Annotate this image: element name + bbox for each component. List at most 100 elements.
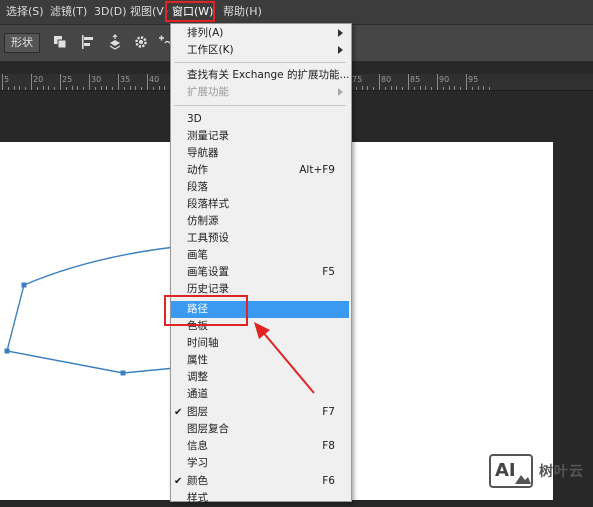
menu-bar: 选择(S) 滤镜(T) 3D(D) 视图(V) 窗口(W) 帮助(H) <box>0 0 593 25</box>
ruler-minor-tick <box>472 87 473 90</box>
menu-view[interactable]: 视图(V) <box>130 5 168 19</box>
ruler-minor-tick <box>77 86 78 90</box>
menu-item-label: 工作区(K) <box>187 44 234 56</box>
ruler-minor-tick <box>135 86 136 90</box>
menu-item-label: 画笔 <box>187 249 208 261</box>
ruler-minor-tick <box>443 87 444 90</box>
anchor-point[interactable] <box>120 370 126 376</box>
menu-item-label: 通道 <box>187 388 208 400</box>
menu-item-label: 图层 <box>187 406 208 418</box>
ruler-minor-tick <box>391 86 392 90</box>
menu-item-label: 时间轴 <box>187 337 219 349</box>
menu-item-styles[interactable]: 样式 <box>171 490 349 507</box>
ruler-label: 30 <box>91 75 102 84</box>
menu-item-find-extensions[interactable]: 查找有关 Exchange 的扩展功能... <box>171 67 350 84</box>
ruler-minor-tick <box>373 87 374 90</box>
ruler-major-tick <box>118 74 119 90</box>
ruler-label: 95 <box>468 75 479 84</box>
path-alignment-icon[interactable] <box>80 34 96 50</box>
ruler-minor-tick <box>124 87 125 90</box>
window-menu-dropdown: 排列(A) 工作区(K) 查找有关 Exchange 的扩展功能... 扩展功能… <box>170 23 352 504</box>
ruler-minor-tick <box>25 87 26 90</box>
ruler-minor-tick <box>414 87 415 90</box>
menu-item-properties[interactable]: 属性 <box>171 352 349 369</box>
ruler-minor-tick <box>83 87 84 90</box>
menu-item-tool-presets[interactable]: 工具预设 <box>171 230 349 247</box>
menu-item-label: 扩展功能 <box>187 86 229 98</box>
ruler-minor-tick <box>37 87 38 90</box>
ruler-major-tick <box>437 74 438 90</box>
submenu-arrow-icon <box>338 88 343 96</box>
ruler-label: 90 <box>439 75 450 84</box>
menu-item-learn[interactable]: 学习 <box>171 455 349 472</box>
menu-item-channels[interactable]: 通道 <box>171 386 349 403</box>
ruler-minor-tick <box>19 86 20 90</box>
menu-separator <box>174 105 346 106</box>
ruler-minor-tick <box>153 87 154 90</box>
path-operations-icon[interactable] <box>52 34 68 50</box>
ruler-minor-tick <box>478 86 479 90</box>
menu-item-actions[interactable]: 动作 Alt+F9 <box>171 162 349 179</box>
checkmark-icon: ✔ <box>174 407 183 418</box>
ruler-minor-tick <box>101 86 102 90</box>
menu-filter[interactable]: 滤镜(T) <box>50 5 87 19</box>
ruler-major-tick <box>31 74 32 90</box>
menu-item-label: 仿制源 <box>187 215 219 227</box>
ruler-minor-tick <box>431 87 432 90</box>
menu-item-navigator[interactable]: 导航器 <box>171 145 349 162</box>
menu-item-color[interactable]: ✔ 颜色 F6 <box>171 473 349 490</box>
menu-select[interactable]: 选择(S) <box>6 5 44 19</box>
watermark: AI 树叶云 <box>489 452 593 490</box>
menu-item-label: 3D <box>187 113 202 125</box>
ruler-minor-tick <box>54 87 55 90</box>
watermark-logo-text: AI <box>495 460 516 481</box>
menu-item-adjustments[interactable]: 调整 <box>171 369 349 386</box>
ruler-minor-tick <box>425 86 426 90</box>
path-arrangement-icon[interactable] <box>107 34 123 50</box>
menu-item-label: 图层复合 <box>187 423 229 435</box>
ruler-major-tick <box>2 74 3 90</box>
menu-item-paragraph-styles[interactable]: 段落样式 <box>171 196 349 213</box>
ruler-minor-tick <box>454 86 455 90</box>
ruler-major-tick <box>89 74 90 90</box>
menu-item-paragraph[interactable]: 段落 <box>171 179 349 196</box>
menu-help[interactable]: 帮助(H) <box>223 5 262 19</box>
menu-item-timeline[interactable]: 时间轴 <box>171 335 349 352</box>
menu-3d[interactable]: 3D(D) <box>94 5 127 19</box>
menu-item-3d[interactable]: 3D <box>171 111 349 128</box>
menu-item-workspace[interactable]: 工作区(K) <box>171 42 349 59</box>
ruler-minor-tick <box>159 86 160 90</box>
ruler-minor-tick <box>402 87 403 90</box>
menu-item-shortcut: F7 <box>322 406 335 418</box>
menu-item-brush-settings[interactable]: 画笔设置 F5 <box>171 264 349 281</box>
ruler-minor-tick <box>43 86 44 90</box>
ruler-major-tick <box>466 74 467 90</box>
anchor-point[interactable] <box>21 282 27 288</box>
ruler-minor-tick <box>48 86 49 90</box>
watermark-logo: AI <box>489 454 533 488</box>
ruler-major-tick <box>379 74 380 90</box>
menu-item-measurement-log[interactable]: 测量记录 <box>171 128 349 145</box>
menu-item-label: 信息 <box>187 440 208 452</box>
shape-mode-dropdown[interactable]: 形状 <box>4 33 40 53</box>
submenu-arrow-icon <box>338 29 343 37</box>
anchor-point[interactable] <box>4 348 10 354</box>
menu-item-shortcut: F8 <box>322 440 335 452</box>
ruler-minor-tick <box>385 87 386 90</box>
menu-item-arrange[interactable]: 排列(A) <box>171 25 349 42</box>
menu-item-layers[interactable]: ✔ 图层 F7 <box>171 404 349 421</box>
ruler-label: 80 <box>381 75 392 84</box>
menu-item-extensions: 扩展功能 <box>171 84 349 101</box>
menu-item-info[interactable]: 信息 F8 <box>171 438 349 455</box>
menu-item-clone-source[interactable]: 仿制源 <box>171 213 349 230</box>
ruler-minor-tick <box>396 86 397 90</box>
annotation-box-paths <box>164 295 248 326</box>
menu-item-brushes[interactable]: 画笔 <box>171 247 349 264</box>
ruler-label: 20 <box>33 75 44 84</box>
menu-item-label: 调整 <box>187 371 208 383</box>
menu-item-layer-comps[interactable]: 图层复合 <box>171 421 349 438</box>
submenu-arrow-icon <box>338 46 343 54</box>
gear-icon[interactable] <box>133 34 149 50</box>
ruler-major-tick <box>60 74 61 90</box>
ruler-label: 75 <box>352 75 363 84</box>
